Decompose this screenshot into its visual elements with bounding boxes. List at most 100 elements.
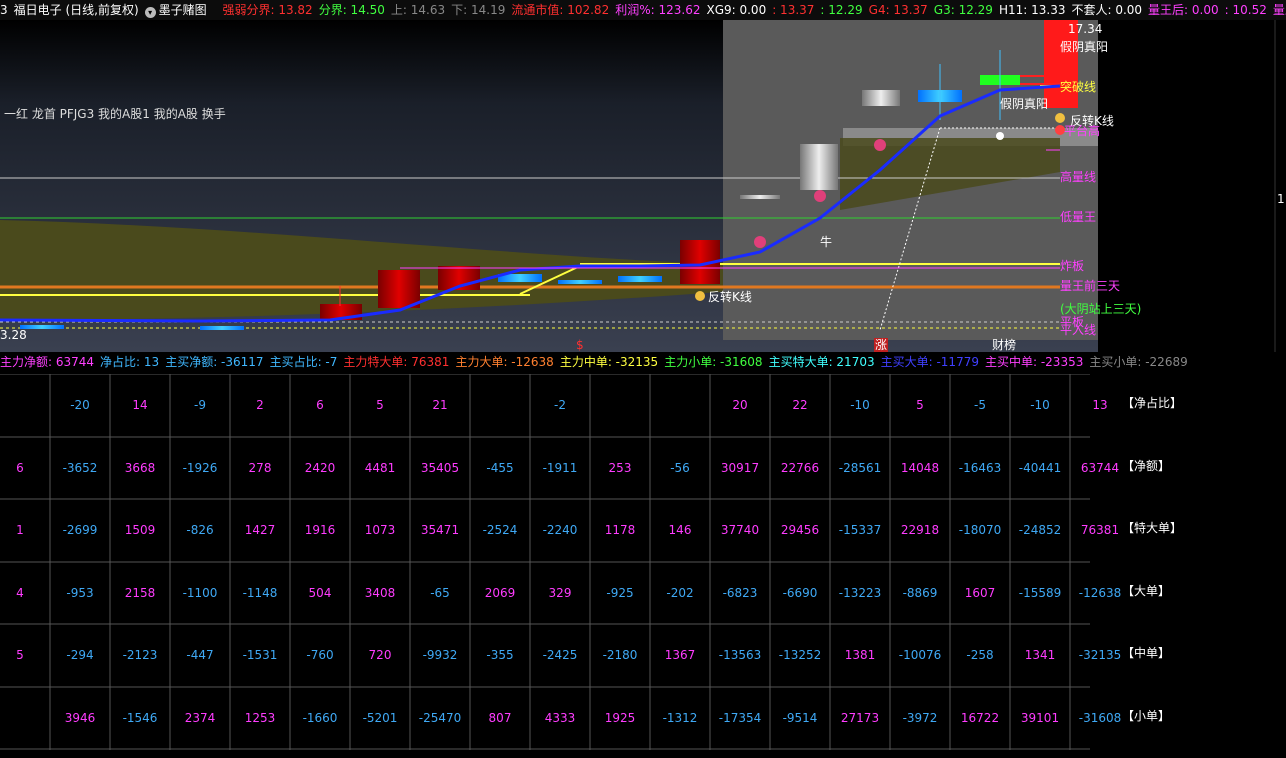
table-cell: 1916: [304, 523, 336, 537]
table-cell: -2123: [122, 648, 158, 662]
header-value: 不套人: 0.00: [1071, 3, 1143, 17]
flower-icon[interactable]: [874, 139, 886, 151]
table-cell: -32135: [1078, 648, 1122, 662]
flow-stat: 主力小单: -31608: [664, 355, 763, 369]
table-cell: -5201: [362, 711, 398, 725]
candle-gray[interactable]: [740, 195, 780, 199]
table-cell: -10: [1030, 398, 1050, 412]
table-cell: -8869: [902, 586, 938, 600]
label-caibang[interactable]: 财榜: [992, 338, 1016, 352]
table-cell: 4: [16, 586, 24, 600]
table-cell: 720: [368, 648, 392, 662]
table-cell: -65: [430, 586, 450, 600]
table-cell: -258: [966, 648, 994, 662]
label-low-volume-king: 低量王: [1060, 210, 1097, 224]
table-cell: -6690: [782, 586, 818, 600]
label-jiayin-zhenyang: 假阴真阳: [1060, 40, 1109, 54]
candle-gray[interactable]: [862, 90, 900, 106]
table-cell: -28561: [838, 461, 882, 475]
table-cell: -1312: [662, 711, 698, 725]
table-cell: 4481: [364, 461, 396, 475]
label-ping-ru-xian: 平入线: [1060, 323, 1097, 337]
table-cell: 504: [308, 586, 332, 600]
table-cell: [650, 374, 710, 436]
table-cell: -10076: [898, 648, 942, 662]
money-bag-icon[interactable]: [695, 291, 705, 301]
table-cell: 3946: [64, 711, 96, 725]
header-value: 分界: 14.50: [318, 3, 385, 17]
flow-stat: 主买小单: -22689: [1089, 355, 1188, 369]
table-cell: 1509: [124, 523, 156, 537]
table-cell: -16463: [958, 461, 1002, 475]
table-cell: [0, 687, 50, 749]
table-cell: 3668: [124, 461, 156, 475]
left-value-label: 3.28: [0, 328, 27, 342]
label-zhang-mark[interactable]: 涨: [874, 338, 889, 352]
kline-chart[interactable]: 一红 龙首 PFJG3 我的A股1 我的A股 换手 17.34 3.28 1 假…: [0, 20, 1286, 352]
indicator-legend[interactable]: 一红 龙首 PFJG3 我的A股1 我的A股 换手: [4, 107, 226, 121]
fund-flow-summary: 主力净额: 63744 净占比: 13 主买净额: -36117 主买占比: -7 主力…: [0, 353, 1286, 373]
table-cell: 6: [16, 461, 24, 475]
table-cell: -17354: [718, 711, 762, 725]
table-cell: -9: [194, 398, 206, 412]
table-cell: 2420: [304, 461, 336, 475]
table-cell: 29456: [780, 523, 820, 537]
flower-icon[interactable]: [754, 236, 766, 248]
table-cell: 278: [248, 461, 272, 475]
table-cell: 253: [608, 461, 632, 475]
table-cell: -13223: [838, 586, 882, 600]
candle-gray[interactable]: [800, 144, 838, 190]
flow-stat: 主买净额: -36117: [165, 355, 264, 369]
table-cell: 22918: [900, 523, 940, 537]
table-cell: -294: [66, 648, 94, 662]
table-cell: -2524: [482, 523, 518, 537]
table-cell: 21: [432, 398, 448, 412]
flower-icon[interactable]: [814, 190, 826, 202]
table-cell: -25470: [418, 711, 462, 725]
candle-red[interactable]: [378, 270, 420, 308]
table-cell: -2: [554, 398, 566, 412]
row-label: 【净额】: [1122, 459, 1171, 473]
table-cell: -2240: [542, 523, 578, 537]
candle-blue[interactable]: [618, 276, 662, 282]
table-cell: 807: [488, 711, 512, 725]
header-value: G3: 12.29: [933, 3, 993, 17]
row-label: 【中单】: [1122, 646, 1171, 660]
table-cell: 1341: [1024, 648, 1056, 662]
table-cell: 2374: [184, 711, 216, 725]
table-cell: -1911: [542, 461, 578, 475]
header-value: H11: 13.33: [998, 3, 1066, 17]
table-cell: 1381: [844, 648, 876, 662]
table-cell: 1925: [604, 711, 636, 725]
table-cell: -202: [666, 586, 694, 600]
table-cell: 22766: [780, 461, 820, 475]
header-value: 利润%: 123.62: [615, 3, 701, 17]
dot-marker: [996, 132, 1004, 140]
table-cell: 30917: [720, 461, 760, 475]
chart-selector-dropdown[interactable]: ▾ 墨子赌图: [144, 3, 213, 18]
table-cell: 76381: [1080, 523, 1120, 537]
flow-stat: 主力特大单: 76381: [343, 355, 450, 369]
table-cell: 14048: [900, 461, 940, 475]
table-cell: 2158: [124, 586, 156, 600]
table-cell: -13252: [778, 648, 822, 662]
table-cell: -1148: [242, 586, 278, 600]
table-cell: 146: [668, 523, 692, 537]
table-cell: 329: [548, 586, 572, 600]
table-cell: -953: [66, 586, 94, 600]
candle-blue[interactable]: [558, 280, 602, 284]
stock-title[interactable]: 福日电子 (日线,前复权): [14, 3, 139, 17]
table-cell: 37740: [720, 523, 760, 537]
table-cell: -6823: [722, 586, 758, 600]
row-label: 【大单】: [1122, 584, 1171, 598]
table-cell: -12638: [1078, 586, 1122, 600]
flow-stat: 主力净额: 63744: [0, 355, 95, 369]
money-bag-icon[interactable]: [1055, 113, 1065, 123]
fund-flow-table: -20 14 -9 2 6 5 21 -2 20 22 -10 5 -5 -10 13 6 -3652 3668-…: [0, 374, 1121, 750]
candle-blue[interactable]: [200, 326, 244, 330]
table-cell: 1: [16, 523, 24, 537]
label-dollar-mark[interactable]: $: [576, 338, 584, 352]
table-cell: 1178: [604, 523, 636, 537]
header-value: XG9: 0.00: [706, 3, 767, 17]
header-value: : 12.29: [820, 3, 863, 17]
